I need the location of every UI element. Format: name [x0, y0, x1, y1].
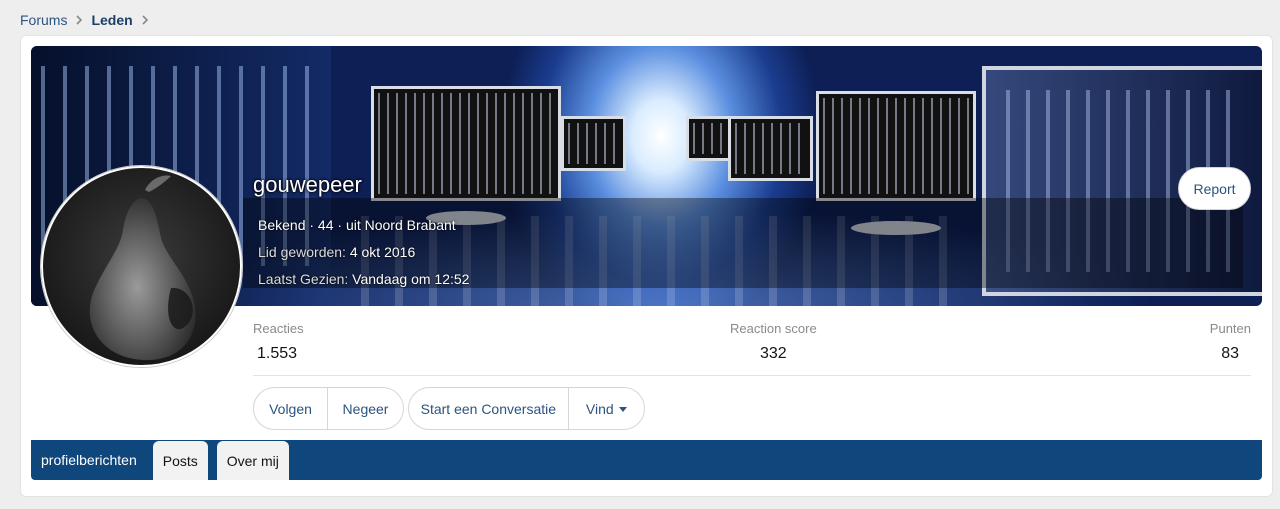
- stat-score-value: 332: [760, 345, 787, 362]
- avatar[interactable]: [41, 166, 242, 367]
- find-dropdown-button[interactable]: Vind: [567, 388, 644, 429]
- stat-reaction-score[interactable]: Reaction score 332: [730, 321, 817, 363]
- breadcrumb: Forums Leden: [20, 12, 157, 28]
- chevron-right-icon: [75, 15, 83, 25]
- tab-over-mij[interactable]: Over mij: [216, 441, 289, 480]
- breadcrumb-leden[interactable]: Leden: [91, 12, 132, 28]
- caret-down-icon: [618, 406, 627, 412]
- stat-reactions[interactable]: Reacties 1.553: [253, 321, 304, 363]
- stats-divider: [253, 375, 1251, 376]
- tab-profielberichten[interactable]: profielberichten: [31, 440, 147, 480]
- follow-ignore-group: Volgen Negeer: [253, 387, 404, 430]
- profile-tabs: profielberichten Posts Over mij: [31, 440, 1262, 480]
- stat-points-value: 83: [1221, 345, 1239, 362]
- stat-reactions-value: 1.553: [257, 345, 298, 362]
- report-button[interactable]: Report: [1178, 167, 1251, 210]
- user-title-line: Bekend · 44 · uit Noord Brabant: [258, 217, 456, 233]
- conversation-find-group: Start een Conversatie Vind: [408, 387, 645, 430]
- stat-points-label: Punten: [1209, 321, 1251, 336]
- member-profile-card: gouwepeer Bekend · 44 · uit Noord Braban…: [20, 35, 1273, 497]
- stat-reactions-label: Reacties: [253, 321, 304, 336]
- tab-posts[interactable]: Posts: [152, 441, 208, 480]
- pear-logo-icon: [89, 175, 196, 361]
- joined-label: Lid geworden:: [258, 244, 346, 260]
- follow-button[interactable]: Volgen: [254, 388, 327, 429]
- start-conversation-button[interactable]: Start een Conversatie: [409, 388, 568, 429]
- find-label: Vind: [585, 400, 614, 417]
- last-seen-line: Laatst Gezien: Vandaag om 12:52: [258, 271, 469, 287]
- breadcrumb-forums[interactable]: Forums: [20, 12, 67, 28]
- stat-score-label: Reaction score: [730, 321, 817, 336]
- ignore-button[interactable]: Negeer: [327, 388, 403, 429]
- joined-value: 4 okt 2016: [349, 244, 416, 260]
- profile-username: gouwepeer: [253, 172, 362, 197]
- chevron-right-icon: [141, 15, 149, 25]
- profile-stats: Reacties 1.553 Reaction score 332 Punten…: [253, 321, 1251, 376]
- stat-points[interactable]: Punten 83: [1210, 321, 1251, 363]
- last-seen-label: Laatst Gezien:: [258, 271, 349, 287]
- last-seen-value: Vandaag om 12:52: [352, 271, 470, 287]
- joined-line: Lid geworden: 4 okt 2016: [258, 244, 415, 260]
